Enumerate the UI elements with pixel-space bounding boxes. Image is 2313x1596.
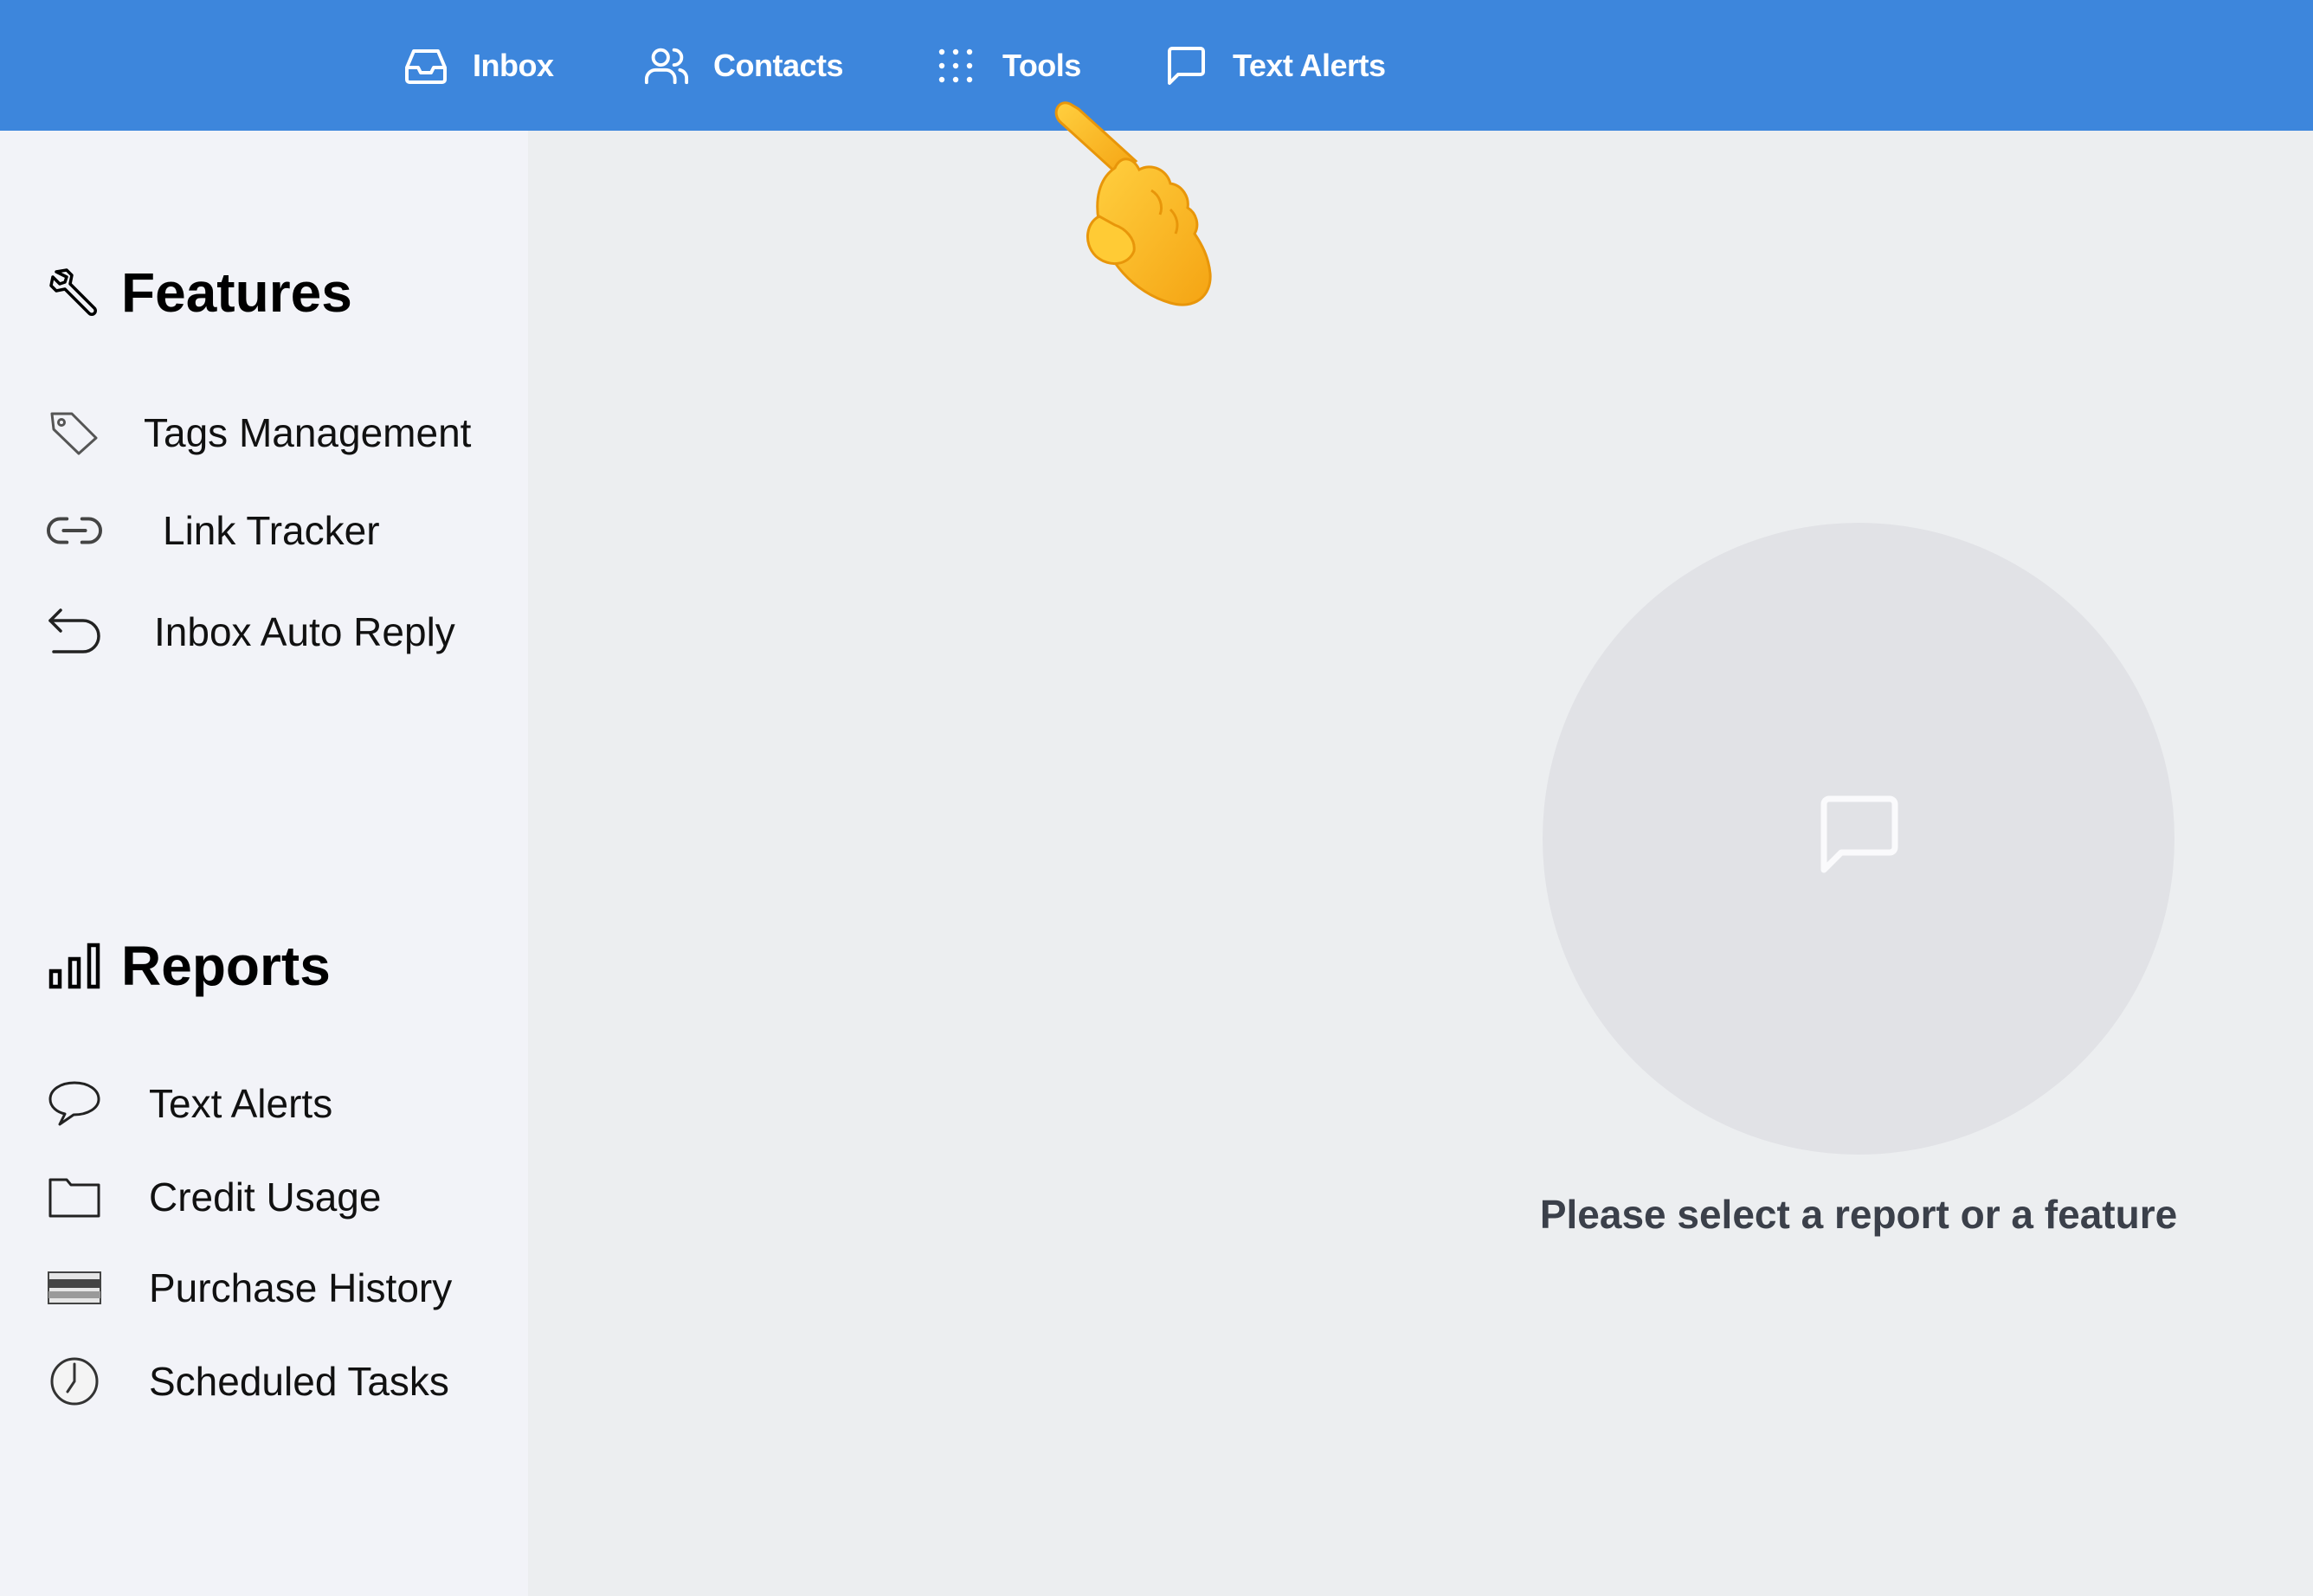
grid-dots-icon — [933, 43, 978, 88]
empty-state-circle — [1543, 523, 2174, 1155]
tag-icon — [47, 405, 102, 460]
sidebar-item-credit-usage[interactable]: Credit Usage — [47, 1167, 381, 1227]
nav-contacts-label: Contacts — [713, 47, 844, 83]
sidebar-item-label: Purchase History — [149, 1265, 453, 1310]
users-icon — [644, 43, 689, 88]
reports-heading: Reports — [47, 934, 331, 998]
pointing-hand-icon — [1039, 95, 1229, 320]
nav-inbox[interactable]: Inbox — [403, 0, 554, 131]
sidebar-item-inbox-auto-reply[interactable]: Inbox Auto Reply — [47, 602, 455, 662]
sidebar-item-scheduled-tasks[interactable]: Scheduled Tasks — [47, 1351, 449, 1412]
link-icon — [47, 503, 102, 558]
features-title: Features — [121, 261, 352, 324]
bar-chart-icon — [47, 937, 104, 994]
sidebar-item-label: Text Alerts — [149, 1081, 333, 1126]
nav-tools-label: Tools — [1002, 47, 1081, 83]
sidebar-item-text-alerts-report[interactable]: Text Alerts — [47, 1073, 332, 1134]
sidebar-item-label: Inbox Auto Reply — [154, 609, 455, 654]
credit-card-icon — [47, 1260, 102, 1316]
speech-bubble-icon — [47, 1076, 102, 1131]
sidebar-item-label: Scheduled Tasks — [149, 1359, 449, 1404]
sidebar-item-link-tracker[interactable]: Link Tracker — [47, 500, 380, 561]
inbox-icon — [403, 43, 448, 88]
sidebar-item-label: Credit Usage — [149, 1174, 382, 1220]
sidebar-item-label: Tags Management — [144, 410, 472, 455]
sidebar-item-purchase-history[interactable]: Purchase History — [47, 1258, 452, 1318]
clock-icon — [47, 1354, 102, 1409]
reply-icon — [47, 604, 102, 660]
folder-icon — [47, 1169, 102, 1225]
wrench-icon — [47, 264, 104, 321]
message-square-icon — [1163, 43, 1208, 88]
sidebar: Features Tags Management Link Tracker In… — [0, 131, 528, 1596]
nav-text-alerts-label: Text Alerts — [1233, 47, 1386, 83]
message-square-icon — [1815, 794, 1902, 885]
empty-state-message: Please select a report or a feature — [1539, 1192, 2178, 1237]
sidebar-item-tags-management[interactable]: Tags Management — [47, 402, 471, 463]
features-heading: Features — [47, 261, 352, 325]
nav-contacts[interactable]: Contacts — [644, 0, 844, 131]
sidebar-item-label: Link Tracker — [163, 508, 380, 553]
nav-inbox-label: Inbox — [473, 47, 554, 83]
reports-title: Reports — [121, 935, 331, 997]
